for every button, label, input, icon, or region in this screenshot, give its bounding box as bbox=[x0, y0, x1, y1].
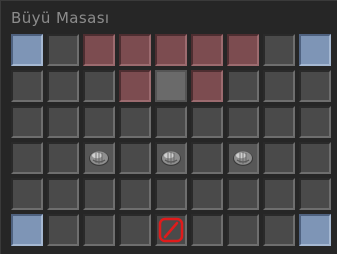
inventory-slot-r3-c5[interactable] bbox=[155, 106, 187, 138]
inventory-slot-r3-c3[interactable] bbox=[83, 106, 115, 138]
inventory-slot-r1-c6[interactable] bbox=[191, 34, 223, 66]
inventory-slot-r2-c9[interactable] bbox=[299, 70, 331, 102]
stone-orb-icon bbox=[161, 151, 181, 166]
inventory-slot-r5-c9[interactable] bbox=[299, 178, 331, 210]
inventory-slot-r3-c1[interactable] bbox=[11, 106, 43, 138]
inventory-slot-r2-c1[interactable] bbox=[11, 70, 43, 102]
slot-grid bbox=[11, 34, 331, 246]
inventory-slot-r6-c1[interactable] bbox=[11, 214, 43, 246]
no-entry-icon bbox=[158, 217, 184, 243]
inventory-slot-r5-c8[interactable] bbox=[263, 178, 295, 210]
inventory-slot-r4-c1[interactable] bbox=[11, 142, 43, 174]
inventory-slot-r4-c9[interactable] bbox=[299, 142, 331, 174]
inventory-slot-r1-c3[interactable] bbox=[83, 34, 115, 66]
inventory-slot-r2-c4[interactable] bbox=[119, 70, 151, 102]
inventory-slot-r5-c2[interactable] bbox=[47, 178, 79, 210]
inventory-slot-r1-c2[interactable] bbox=[47, 34, 79, 66]
inventory-slot-r2-c2[interactable] bbox=[47, 70, 79, 102]
inventory-slot-r3-c6[interactable] bbox=[191, 106, 223, 138]
inventory-slot-r5-c4[interactable] bbox=[119, 178, 151, 210]
inventory-slot-r6-c3[interactable] bbox=[83, 214, 115, 246]
inventory-slot-r3-c2[interactable] bbox=[47, 106, 79, 138]
inventory-slot-r5-c7[interactable] bbox=[227, 178, 259, 210]
inventory-slot-r3-c8[interactable] bbox=[263, 106, 295, 138]
inventory-slot-r3-c4[interactable] bbox=[119, 106, 151, 138]
stone-orb-icon bbox=[89, 151, 109, 166]
inventory-slot-r4-c2[interactable] bbox=[47, 142, 79, 174]
inventory-slot-r4-c4[interactable] bbox=[119, 142, 151, 174]
inventory-slot-r4-c7[interactable] bbox=[227, 142, 259, 174]
inventory-slot-r2-c3[interactable] bbox=[83, 70, 115, 102]
inventory-slot-r6-c9[interactable] bbox=[299, 214, 331, 246]
inventory-slot-r6-c2[interactable] bbox=[47, 214, 79, 246]
stone-orb-icon bbox=[233, 151, 253, 166]
inventory-slot-r2-c5[interactable] bbox=[155, 70, 187, 102]
inventory-slot-r5-c3[interactable] bbox=[83, 178, 115, 210]
inventory-slot-r6-c7[interactable] bbox=[227, 214, 259, 246]
inventory-slot-r4-c8[interactable] bbox=[263, 142, 295, 174]
inventory-slot-r3-c9[interactable] bbox=[299, 106, 331, 138]
inventory-slot-r4-c3[interactable] bbox=[83, 142, 115, 174]
enchanting-table-window: Büyü Masası bbox=[0, 0, 337, 254]
inventory-slot-r4-c6[interactable] bbox=[191, 142, 223, 174]
inventory-slot-r6-c6[interactable] bbox=[191, 214, 223, 246]
inventory-slot-r2-c8[interactable] bbox=[263, 70, 295, 102]
inventory-slot-r5-c6[interactable] bbox=[191, 178, 223, 210]
inventory-slot-r1-c5[interactable] bbox=[155, 34, 187, 66]
inventory-slot-r2-c6[interactable] bbox=[191, 70, 223, 102]
window-title: Büyü Masası bbox=[11, 9, 110, 27]
inventory-slot-r1-c1[interactable] bbox=[11, 34, 43, 66]
inventory-slot-r3-c7[interactable] bbox=[227, 106, 259, 138]
inventory-slot-r1-c7[interactable] bbox=[227, 34, 259, 66]
inventory-slot-r6-c5[interactable] bbox=[155, 214, 187, 246]
inventory-slot-r6-c4[interactable] bbox=[119, 214, 151, 246]
inventory-slot-r6-c8[interactable] bbox=[263, 214, 295, 246]
inventory-slot-r1-c4[interactable] bbox=[119, 34, 151, 66]
inventory-slot-r4-c5[interactable] bbox=[155, 142, 187, 174]
inventory-slot-r5-c1[interactable] bbox=[11, 178, 43, 210]
inventory-slot-r1-c8[interactable] bbox=[263, 34, 295, 66]
inventory-slot-r1-c9[interactable] bbox=[299, 34, 331, 66]
inventory-slot-r2-c7[interactable] bbox=[227, 70, 259, 102]
inventory-slot-r5-c5[interactable] bbox=[155, 178, 187, 210]
